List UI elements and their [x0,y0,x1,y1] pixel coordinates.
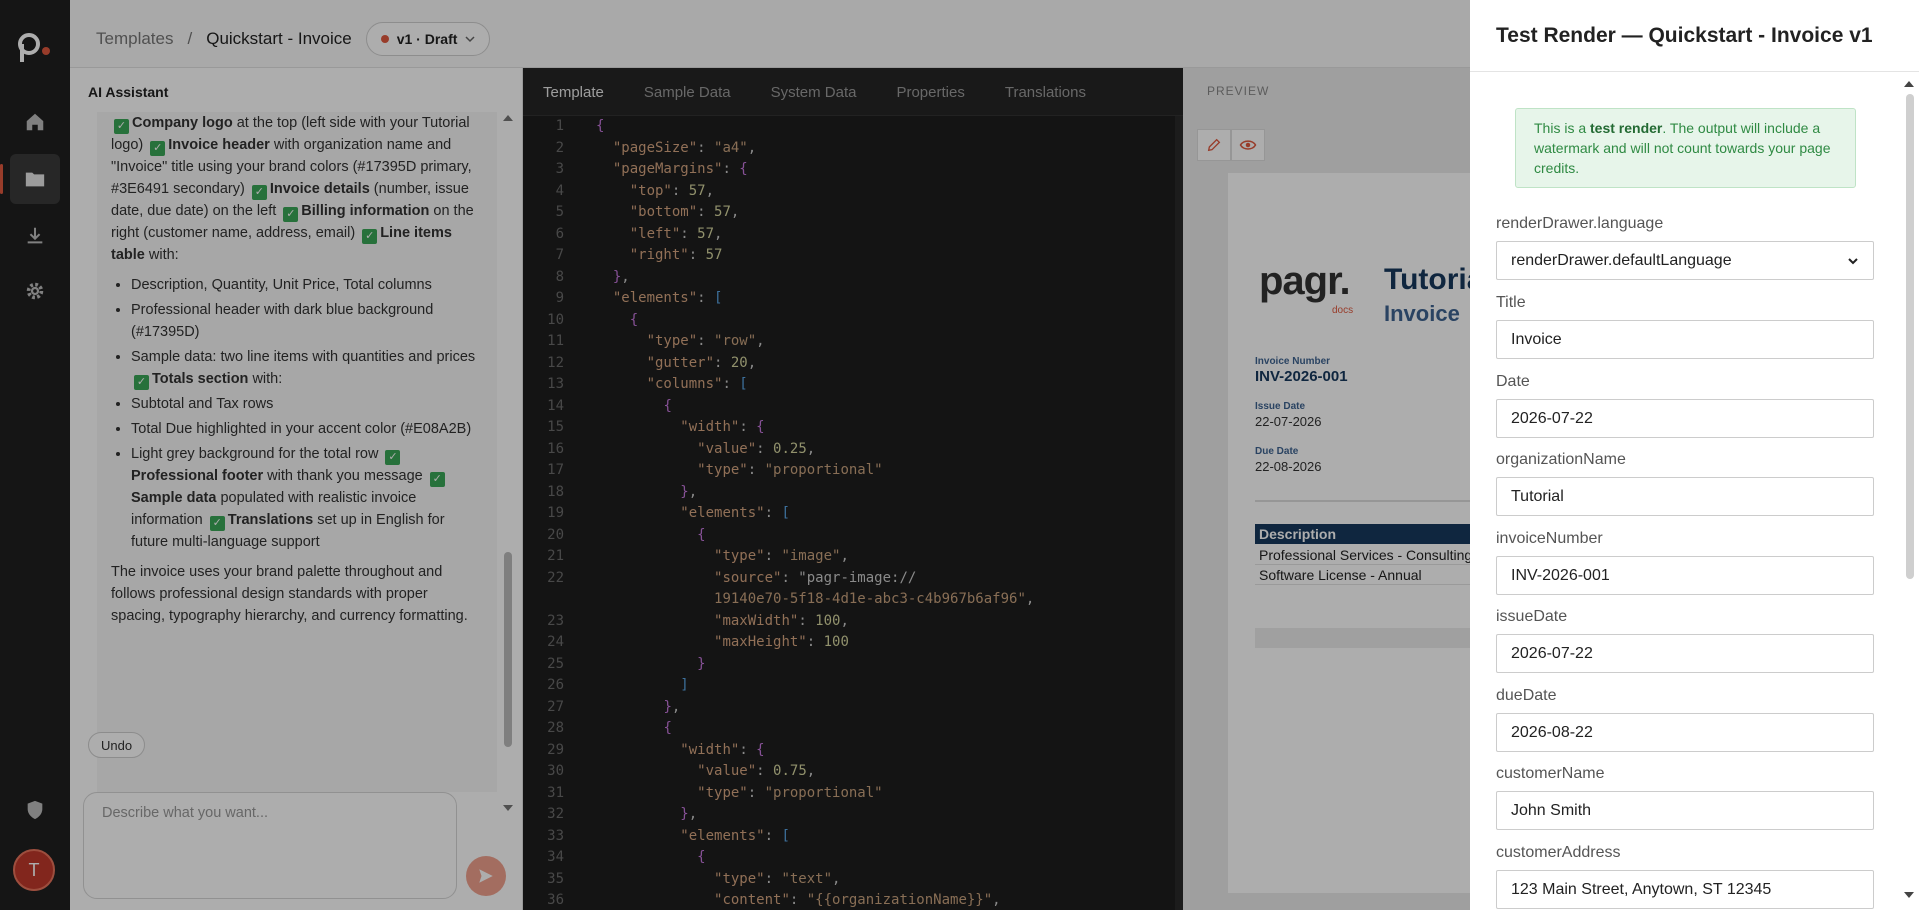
scrollbar-thumb[interactable] [1906,94,1914,579]
test-render-drawer: Test Render — Quickstart - Invoice v1 Th… [1470,0,1919,910]
modal-overlay[interactable] [0,0,1470,910]
language-select[interactable]: renderDrawer.defaultLanguage [1496,241,1874,280]
field-label-date: Date [1496,373,1530,390]
field-label-title: Title [1496,294,1526,311]
field-label-invoice-number: invoiceNumber [1496,530,1603,547]
field-label-customer-name: customerName [1496,765,1605,782]
date-input[interactable]: 2026-07-22 [1496,399,1874,438]
field-label-issue-date: issueDate [1496,608,1568,625]
language-selected-value: renderDrawer.defaultLanguage [1511,251,1732,269]
title-input[interactable]: Invoice [1496,320,1874,359]
field-label-customer-address: customerAddress [1496,844,1621,861]
chevron-down-icon [1848,257,1858,264]
notice-text: This is a [1534,120,1591,136]
customer-name-input[interactable]: John Smith [1496,791,1874,830]
customer-address-input[interactable]: 123 Main Street, Anytown, ST 12345 [1496,870,1874,909]
issue-date-input[interactable]: 2026-07-22 [1496,634,1874,673]
divider [1470,71,1919,72]
test-render-notice: This is a test render. The output will i… [1515,108,1856,188]
due-date-input[interactable]: 2026-08-22 [1496,713,1874,752]
drawer-title: Test Render — Quickstart - Invoice v1 [1496,24,1873,47]
drawer-scrollbar[interactable] [1904,80,1914,900]
field-label-due-date: dueDate [1496,687,1557,704]
scroll-down-icon[interactable] [1904,891,1914,899]
organization-name-input[interactable]: Tutorial [1496,477,1874,516]
invoice-number-input[interactable]: INV-2026-001 [1496,556,1874,595]
scroll-up-icon[interactable] [1904,80,1914,88]
language-label: renderDrawer.language [1496,215,1664,232]
field-label-organization-name: organizationName [1496,451,1626,468]
app-root: T Templates / Quickstart - Invoice v1 · … [0,0,1919,910]
notice-bold-text: test render [1590,120,1663,136]
